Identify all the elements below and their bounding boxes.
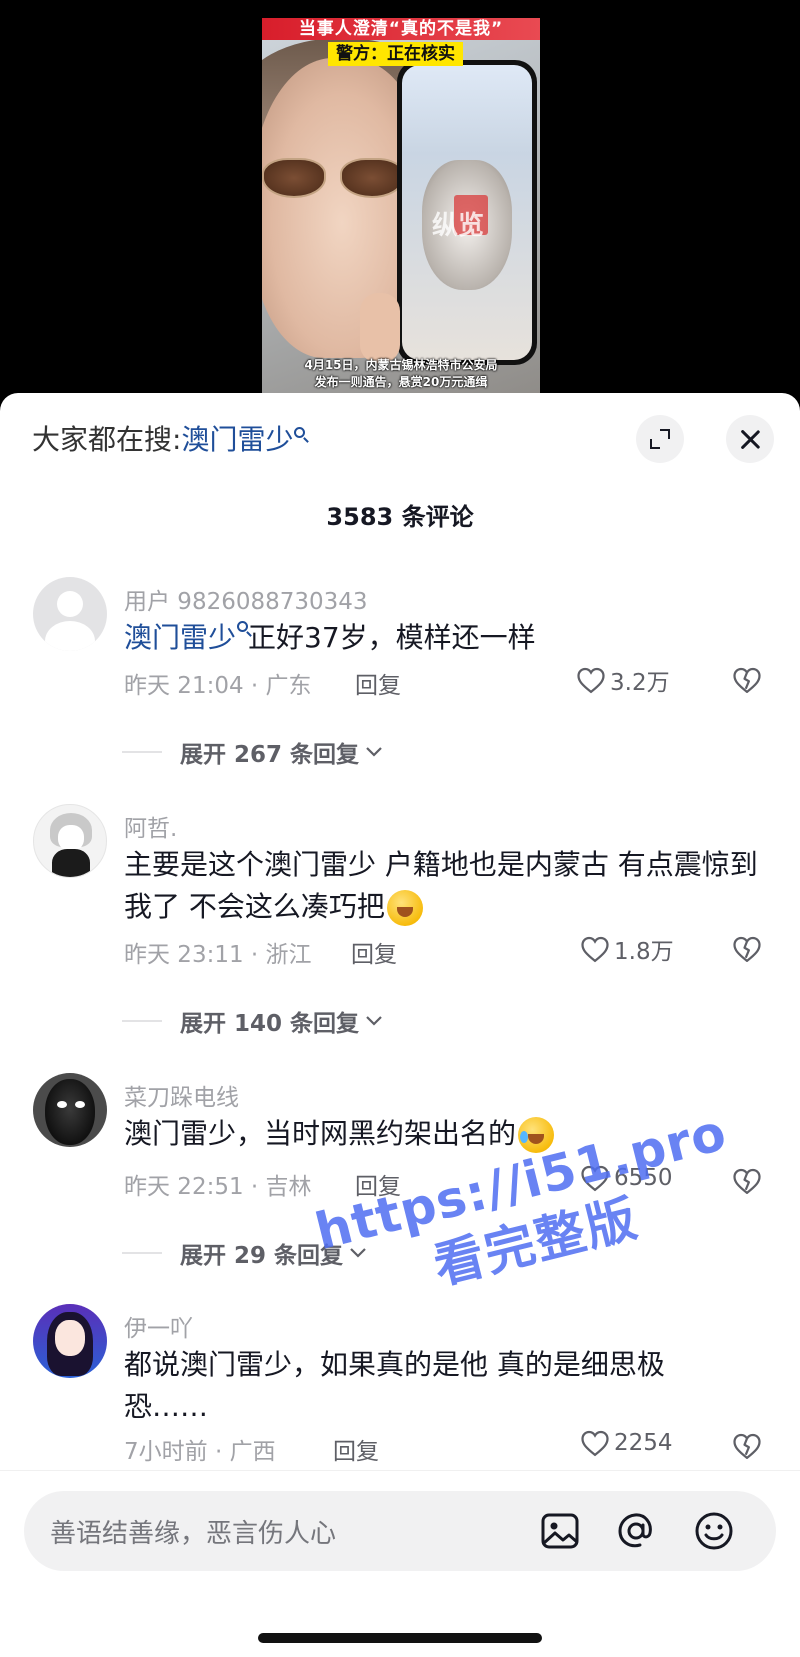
video-phone: 纵览 (397, 60, 537, 365)
heart-icon (581, 936, 609, 963)
image-icon[interactable] (538, 1509, 582, 1553)
hot-search-keyword[interactable]: 澳门雷少 (181, 423, 293, 456)
video-caption-bottom-line2: 发布一则通告，悬赏20万元通缉 (314, 375, 488, 389)
chevron-down-icon (366, 1016, 382, 1026)
comment-meta: 昨天 21:04 · 广东 (124, 673, 312, 699)
video-thumb (360, 293, 400, 363)
chevron-down-icon (350, 1248, 366, 1258)
close-button[interactable] (726, 415, 774, 463)
reply-button[interactable]: 回复 (333, 1432, 379, 1466)
avatar[interactable] (33, 1304, 107, 1378)
comment-body: 澳门雷少，当时网黑约架出名的 (124, 1117, 517, 1150)
heart-icon (581, 1430, 609, 1457)
comment-input-placeholder: 善语结善缘，恶言伤人心 (50, 1519, 337, 1549)
comment-username[interactable]: 伊一吖 (124, 1309, 193, 1343)
close-icon (739, 428, 761, 450)
laughing-emoji-icon (386, 890, 423, 926)
like-button[interactable]: 2254 (580, 1429, 673, 1457)
like-count: 2254 (614, 1430, 673, 1456)
video-person-sunglasses (262, 158, 412, 202)
tears-of-joy-emoji-icon (518, 1117, 555, 1153)
expand-replies-label: 展开 140 条回复 (180, 1011, 360, 1037)
dislike-icon[interactable] (732, 935, 762, 963)
comment-meta: 7小时前 · 广西 (124, 1439, 276, 1465)
video-phone-screen: 纵览 (402, 65, 532, 360)
hot-search[interactable]: 大家都在搜:澳门雷少 (32, 423, 306, 457)
hot-search-prefix: 大家都在搜: (32, 423, 182, 456)
search-icon (294, 427, 306, 438)
like-count: 3.2万 (610, 670, 670, 696)
expand-replies-label: 展开 267 条回复 (180, 742, 360, 768)
comment-sheet: 大家都在搜:澳门雷少 3583 条评论 (0, 393, 800, 1657)
expand-replies-button[interactable]: 展开 29 条回复 (122, 1236, 367, 1270)
avatar[interactable] (33, 1073, 107, 1147)
video-caption-police: 警方：正在核实 (328, 42, 463, 66)
heart-icon (577, 667, 605, 694)
comment-username[interactable]: 菜刀跺电线 (124, 1078, 239, 1112)
comment-input[interactable]: 善语结善缘，恶言伤人心 (24, 1491, 776, 1571)
comment-keyword[interactable]: 澳门雷少 (124, 621, 236, 654)
video-caption-bottom-line1: 4月15日，内蒙古锡林浩特市公安局 (304, 358, 498, 372)
heart-icon (581, 1165, 609, 1192)
comment-body: 正好37岁，模样还一样 (248, 621, 536, 654)
reply-button[interactable]: 回复 (351, 935, 397, 969)
like-button[interactable]: 3.2万 (576, 663, 670, 697)
emoji-icon[interactable] (692, 1509, 736, 1553)
comment-body: 主要是这个澳门雷少 户籍地也是内蒙古 有点震惊到我了 不会这么凑巧把 (124, 848, 758, 923)
dislike-icon[interactable] (732, 666, 762, 694)
expand-replies-button[interactable]: 展开 267 条回复 (122, 735, 383, 769)
dislike-icon[interactable] (732, 1432, 762, 1460)
video-caption-top: 当事人澄清“真的不是我” (262, 18, 540, 40)
video-frame: 纵览 当事人澄清“真的不是我” 警方：正在核实 4月15日，内蒙古锡林浩特市公安… (262, 18, 540, 395)
home-indicator[interactable] (258, 1633, 542, 1643)
phone-watermark: 纵览 (432, 211, 485, 241)
comment-input-bar: 善语结善缘，恶言伤人心 (0, 1470, 800, 1657)
comment-text: 主要是这个澳门雷少 户籍地也是内蒙古 有点震惊到我了 不会这么凑巧把 (124, 844, 764, 928)
video-caption-bottom: 4月15日，内蒙古锡林浩特市公安局 发布一则通告，悬赏20万元通缉 (262, 357, 540, 391)
like-button[interactable]: 6550 (580, 1164, 673, 1192)
avatar[interactable] (33, 804, 107, 878)
comment-count: 3583 条评论 (326, 503, 474, 531)
sheet-header: 大家都在搜:澳门雷少 (0, 393, 800, 483)
comment-username[interactable]: 用户 9826088730343 (124, 582, 368, 616)
expand-replies-label: 展开 29 条回复 (180, 1243, 344, 1269)
video-player[interactable]: 纵览 当事人澄清“真的不是我” 警方：正在核实 4月15日，内蒙古锡林浩特市公安… (0, 0, 800, 395)
comment-username[interactable]: 阿哲. (124, 809, 177, 843)
expand-replies-button[interactable]: 展开 140 条回复 (122, 1004, 383, 1038)
dislike-icon[interactable] (732, 1167, 762, 1195)
like-count: 1.8万 (614, 939, 674, 965)
like-button[interactable]: 1.8万 (580, 932, 674, 966)
like-count: 6550 (614, 1165, 673, 1191)
chevron-down-icon (366, 747, 382, 757)
reply-button[interactable]: 回复 (355, 1167, 401, 1201)
avatar[interactable] (33, 577, 107, 651)
comment-meta: 昨天 22:51 · 吉林 (124, 1174, 312, 1200)
comment-text: 澳门雷少 正好37岁，模样还一样 (124, 617, 764, 659)
expand-icon (650, 429, 670, 449)
comment-text: 都说澳门雷少，如果真的是他 真的是细思极恐…… (124, 1348, 665, 1423)
at-icon[interactable] (614, 1509, 658, 1553)
expand-button[interactable] (636, 415, 684, 463)
reply-button[interactable]: 回复 (355, 666, 401, 700)
comment-meta: 昨天 23:11 · 浙江 (124, 942, 312, 968)
comment-text: 澳门雷少，当时网黑约架出名的 (124, 1113, 764, 1155)
search-icon (237, 621, 249, 632)
